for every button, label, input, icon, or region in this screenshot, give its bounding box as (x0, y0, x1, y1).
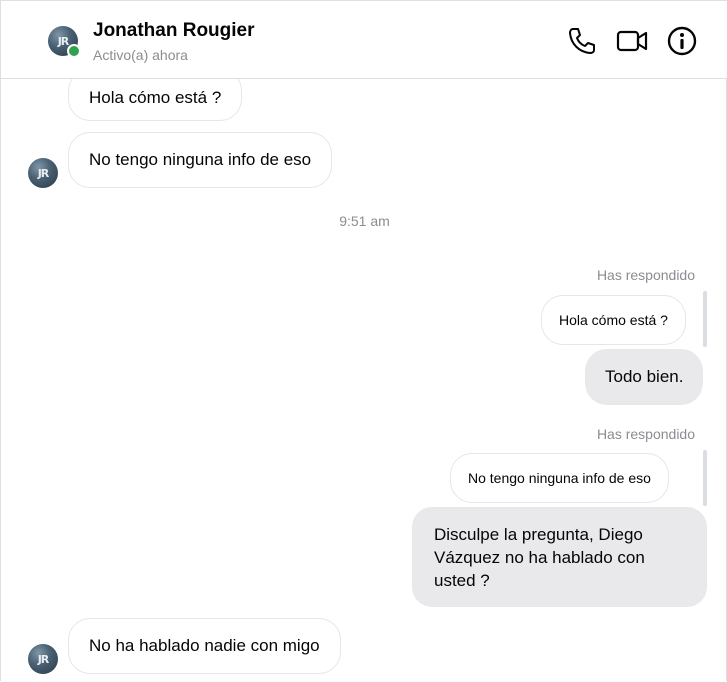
message-text: Hola cómo está ? (89, 87, 222, 107)
message-text: No tengo ninguna info de eso (89, 150, 312, 169)
reply-bar (703, 450, 707, 506)
contact-status: Activo(a) ahora (93, 47, 188, 63)
avatar-initials: JR (37, 652, 50, 666)
reply-bar (703, 291, 707, 347)
message-timestamp: 9:51 am (339, 213, 390, 229)
avatar-initials: JR (57, 34, 70, 48)
outgoing-message[interactable]: Disculpe la pregunta, Diego Vázquez no h… (412, 507, 707, 607)
sender-avatar[interactable]: JR (28, 158, 58, 188)
message-text: Todo bien. (605, 367, 684, 386)
sender-avatar[interactable]: JR (28, 644, 58, 674)
message-text: No ha hablado nadie con migo (89, 636, 320, 655)
replied-label: Has respondido (596, 426, 695, 442)
quoted-message[interactable]: No tengo ninguna info de eso (450, 453, 669, 503)
contact-name[interactable]: Jonathan Rougier (93, 20, 255, 42)
info-icon[interactable] (666, 25, 698, 57)
avatar-initials: JR (37, 166, 50, 180)
quoted-text: No tengo ninguna info de eso (468, 470, 651, 486)
chat-window: JR Jonathan Rougier Activo(a) ahora Hola (0, 0, 727, 681)
video-camera-icon[interactable] (616, 25, 648, 57)
replied-label: Has respondido (596, 267, 695, 283)
incoming-message[interactable]: No tengo ninguna info de eso (68, 132, 333, 188)
chat-header: JR Jonathan Rougier Activo(a) ahora (1, 1, 727, 79)
incoming-message[interactable]: No ha hablado nadie con migo (68, 618, 341, 674)
quoted-message[interactable]: Hola cómo está ? (541, 295, 686, 345)
phone-icon[interactable] (566, 25, 598, 57)
outgoing-message[interactable]: Todo bien. (585, 349, 704, 405)
quoted-text: Hola cómo está ? (559, 312, 668, 328)
online-status-dot (67, 44, 81, 58)
message-text: Disculpe la pregunta, Diego Vázquez no h… (434, 524, 645, 590)
